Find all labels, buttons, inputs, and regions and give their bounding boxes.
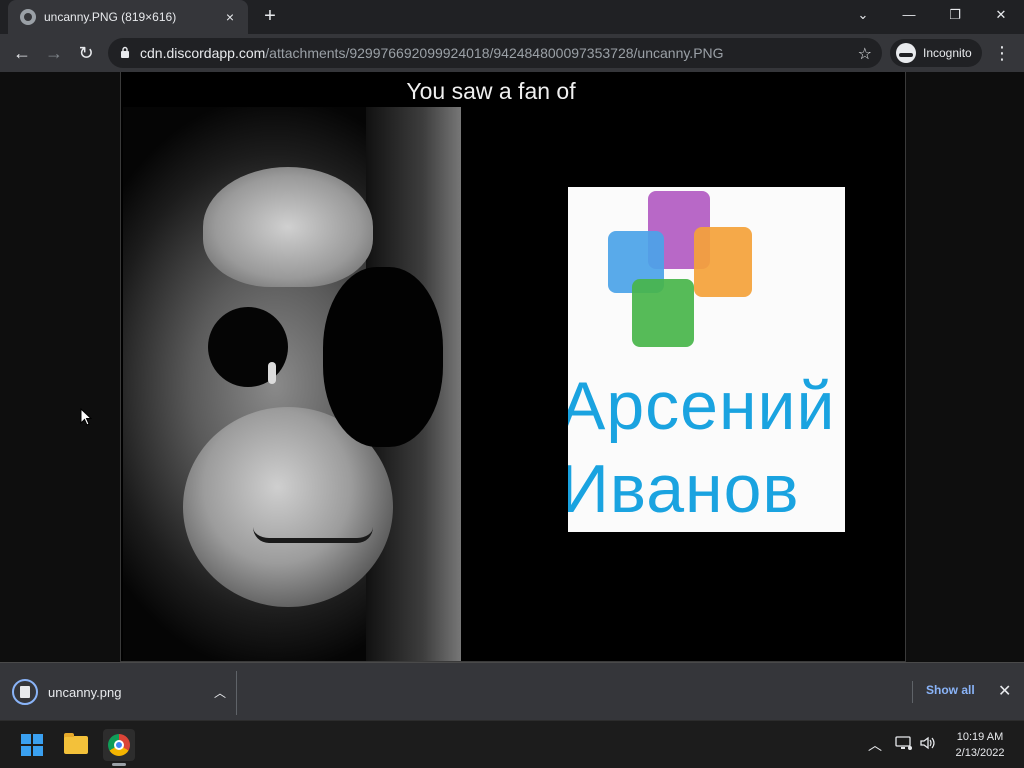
shelf-separator — [912, 681, 913, 703]
restore-button[interactable]: ❐ — [932, 0, 978, 30]
download-item[interactable]: uncanny.png ︿ — [12, 673, 236, 711]
close-window-button[interactable]: ✕ — [978, 0, 1024, 30]
chrome-icon — [108, 734, 130, 756]
start-button[interactable] — [16, 729, 48, 761]
windows-logo-icon — [21, 734, 43, 756]
logo-text-first-name: Арсений — [568, 368, 836, 444]
browser-tab[interactable]: uncanny.PNG (819×616) × — [8, 0, 248, 34]
active-app-indicator — [112, 763, 126, 766]
clock-date: 2/13/2022 — [955, 747, 1005, 759]
incognito-button[interactable]: Incognito — [890, 39, 982, 67]
new-tab-button[interactable]: + — [258, 5, 282, 29]
logo-square-green — [632, 279, 694, 347]
network-icon[interactable] — [895, 735, 913, 754]
bookmark-star-icon[interactable]: ☆ — [858, 44, 872, 64]
incognito-label: Incognito — [923, 46, 972, 60]
tab-search-button[interactable]: ⌄ — [840, 0, 886, 30]
minimize-button[interactable]: — — [886, 0, 932, 30]
file-icon — [12, 679, 38, 705]
image-caption: You saw a fan of — [406, 78, 576, 104]
chevron-up-icon[interactable]: ︿ — [214, 684, 226, 701]
address-bar[interactable]: cdn.discordapp.com /attachments/92997669… — [108, 38, 882, 68]
url-path: /attachments/929976692099924018/94248480… — [265, 45, 724, 61]
shelf-divider — [236, 671, 237, 715]
reload-button[interactable]: ↻ — [72, 39, 100, 67]
taskbar-clock[interactable]: 10:19 AM 2/13/2022 — [945, 729, 1015, 761]
download-shelf: uncanny.png ︿ Show all ✕ — [0, 662, 1024, 720]
tab-strip: uncanny.PNG (819×616) × + ⌄ — ❐ ✕ — [0, 0, 1024, 34]
incognito-icon — [896, 43, 916, 63]
logo-text-last-name: Иванов — [568, 451, 800, 527]
close-shelf-icon[interactable]: ✕ — [998, 681, 1011, 701]
volume-icon[interactable] — [919, 735, 937, 754]
forward-button[interactable]: → — [40, 39, 68, 67]
url-host: cdn.discordapp.com — [140, 45, 266, 61]
channel-logo: Арсений Иванов — [568, 187, 845, 532]
download-filename: uncanny.png — [48, 684, 122, 700]
lock-icon[interactable] — [120, 46, 130, 61]
tab-title: uncanny.PNG (819×616) — [44, 10, 177, 24]
browser-menu-button[interactable]: ⋮ — [992, 39, 1012, 67]
globe-icon — [20, 9, 36, 25]
chrome-taskbar-button[interactable] — [103, 729, 135, 761]
show-hidden-icons-chevron-icon[interactable]: ︿ — [868, 735, 882, 755]
file-explorer-button[interactable] — [60, 729, 92, 761]
logo-square-orange — [694, 227, 752, 297]
folder-icon — [64, 733, 88, 754]
back-button[interactable]: ← — [8, 39, 36, 67]
close-tab-icon[interactable]: × — [222, 9, 238, 25]
page-content: You saw a fan of Арсений Иванов — [0, 72, 1024, 662]
displayed-image[interactable]: You saw a fan of Арсений Иванов — [120, 72, 906, 662]
mouse-cursor-icon — [80, 408, 92, 426]
uncanny-face-photo — [123, 107, 461, 661]
windows-taskbar: ︿ 10:19 AM 2/13/2022 — [0, 720, 1024, 768]
clock-time: 10:19 AM — [956, 731, 1004, 743]
browser-toolbar: ← → ↻ cdn.discordapp.com /attachments/92… — [0, 34, 1024, 72]
show-all-downloads-link[interactable]: Show all — [926, 683, 975, 697]
